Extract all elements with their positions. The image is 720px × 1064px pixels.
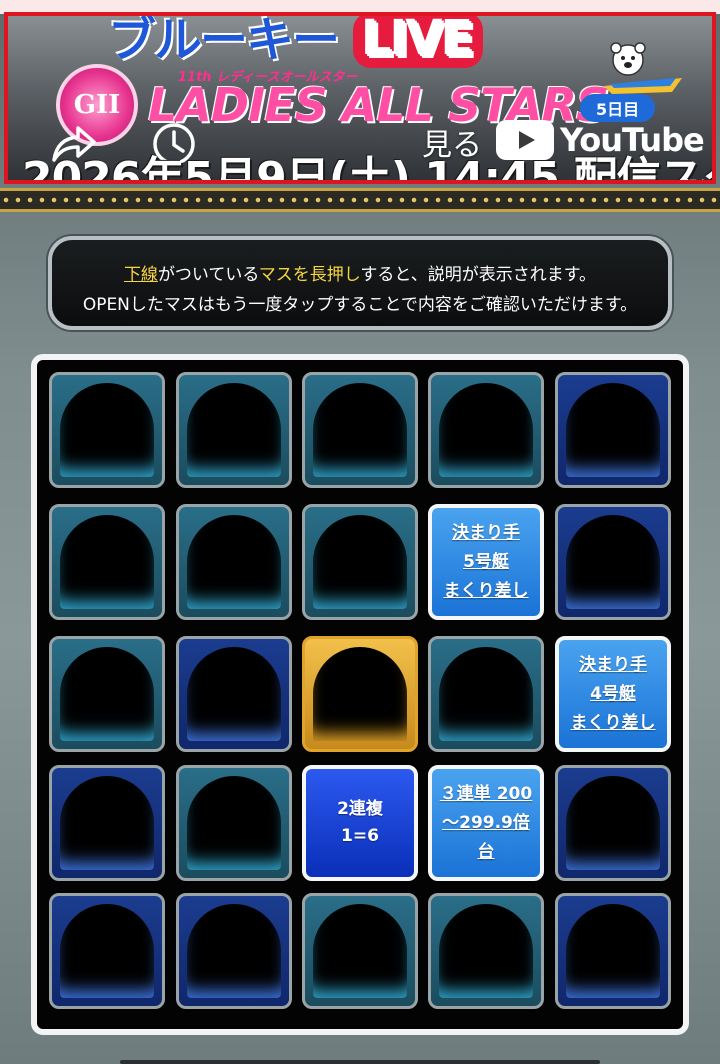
bingo-tile-open[interactable]: 決まり手 4号艇まくり差し — [555, 636, 671, 752]
bingo-tile-closed[interactable] — [555, 893, 671, 1009]
tile-content-line: 2連複 — [337, 799, 383, 819]
tile-door-icon — [187, 383, 281, 477]
tile-content-line: 決まり手 — [579, 654, 647, 675]
tile-door-icon — [313, 383, 407, 477]
gold-divider — [0, 188, 720, 212]
tile-content-line: 台 — [477, 841, 495, 862]
schedule-note: 予定 — [688, 176, 708, 180]
event-banner[interactable]: ブルーキー LIVE GII 11th レディースオールスター LADIES A… — [4, 12, 716, 184]
bingo-tile-open[interactable]: 2連複 1=6 — [302, 765, 418, 881]
bingo-tile-closed[interactable] — [428, 636, 544, 752]
tile-content-line: 5号艇 — [463, 551, 509, 572]
tile-door-icon — [439, 383, 533, 477]
bingo-tile-closed[interactable] — [176, 893, 292, 1009]
bingo-tile-closed[interactable] — [555, 765, 671, 881]
tile-door-icon — [187, 776, 281, 870]
bingo-tile-closed[interactable] — [555, 372, 671, 488]
bingo-tile-closed[interactable] — [176, 504, 292, 620]
bottom-edge — [120, 1060, 600, 1064]
bingo-tile-closed[interactable] — [176, 372, 292, 488]
bingo-tile-closed[interactable] — [302, 504, 418, 620]
day-badge: 5日目 — [580, 94, 656, 122]
bingo-tile-closed[interactable] — [176, 765, 292, 881]
tile-door-icon — [439, 647, 533, 741]
tile-content-line: ３連単 200 — [439, 783, 533, 804]
bingo-tile-closed[interactable] — [302, 893, 418, 1009]
bingo-board: 決まり手 5号艇 まくり差し 決まり手 4号艇 まくり差し 2連複 1=6 ３連単 200 ～29… — [31, 354, 689, 1035]
notice-line-2: OPENしたマスはもう一度タップすることで内容をご確認いただけます。 — [82, 295, 638, 315]
tile-door-icon — [313, 515, 407, 609]
tile-door-icon — [60, 647, 154, 741]
tile-content-line: まくり差し — [570, 712, 656, 733]
tile-door-icon — [313, 904, 407, 998]
tile-content-line: まくり差し — [443, 580, 529, 601]
bingo-tile-closed[interactable] — [49, 504, 165, 620]
tile-content-line: 1=6 — [341, 826, 379, 846]
tile-door-icon — [313, 647, 407, 741]
bingo-tile-closed[interactable] — [302, 372, 418, 488]
tile-door-icon — [60, 904, 154, 998]
bingo-tile-closed[interactable] — [176, 636, 292, 752]
bingo-tile-closed[interactable] — [428, 372, 544, 488]
tile-content: 2連複 1=6 — [337, 796, 383, 850]
bingo-tile-closed[interactable] — [49, 636, 165, 752]
tile-content: 決まり手 4号艇まくり差し — [571, 651, 656, 738]
tile-door-icon — [566, 776, 660, 870]
tile-door-icon — [60, 776, 154, 870]
bingo-tile-closed[interactable] — [555, 504, 671, 620]
tile-door-icon — [187, 904, 281, 998]
tile-content-line: ～299.9倍 — [442, 812, 530, 833]
tile-door-icon — [566, 383, 660, 477]
bingo-tile-open[interactable]: 決まり手 5号艇まくり差し — [428, 504, 544, 620]
tile-door-icon — [439, 904, 533, 998]
tile-door-icon — [187, 515, 281, 609]
tile-content: 決まり手 5号艇まくり差し — [444, 519, 529, 606]
tile-content: ３連単 200 ～299.9倍台 — [440, 780, 532, 867]
tile-content-line: 4号艇 — [590, 683, 636, 704]
bingo-tile-selected[interactable] — [302, 636, 418, 752]
bingo-tile-closed[interactable] — [49, 765, 165, 881]
bingo-tile-closed[interactable] — [49, 893, 165, 1009]
tile-door-icon — [187, 647, 281, 741]
bingo-tile-closed[interactable] — [49, 372, 165, 488]
banner-headline: ブルーキー LIVE — [108, 16, 648, 68]
bingo-tile-closed[interactable] — [428, 893, 544, 1009]
instruction-notice: 下線がついているマスを長押しすると、説明が表示されます。 OPENしたマスはもう… — [48, 236, 672, 330]
notice-line-1: 下線がついているマスを長押しすると、説明が表示されます。 — [123, 265, 597, 285]
tile-door-icon — [60, 515, 154, 609]
tile-door-icon — [60, 383, 154, 477]
tile-door-icon — [566, 904, 660, 998]
stream-schedule: 2026年5月9日(土) 14:45 配信スタート — [22, 153, 712, 184]
bear-mascot-icon — [604, 42, 682, 94]
tile-door-icon — [566, 515, 660, 609]
bingo-tile-open[interactable]: ３連単 200 ～299.9倍台 — [428, 765, 544, 881]
tile-content-line: 決まり手 — [452, 522, 520, 543]
